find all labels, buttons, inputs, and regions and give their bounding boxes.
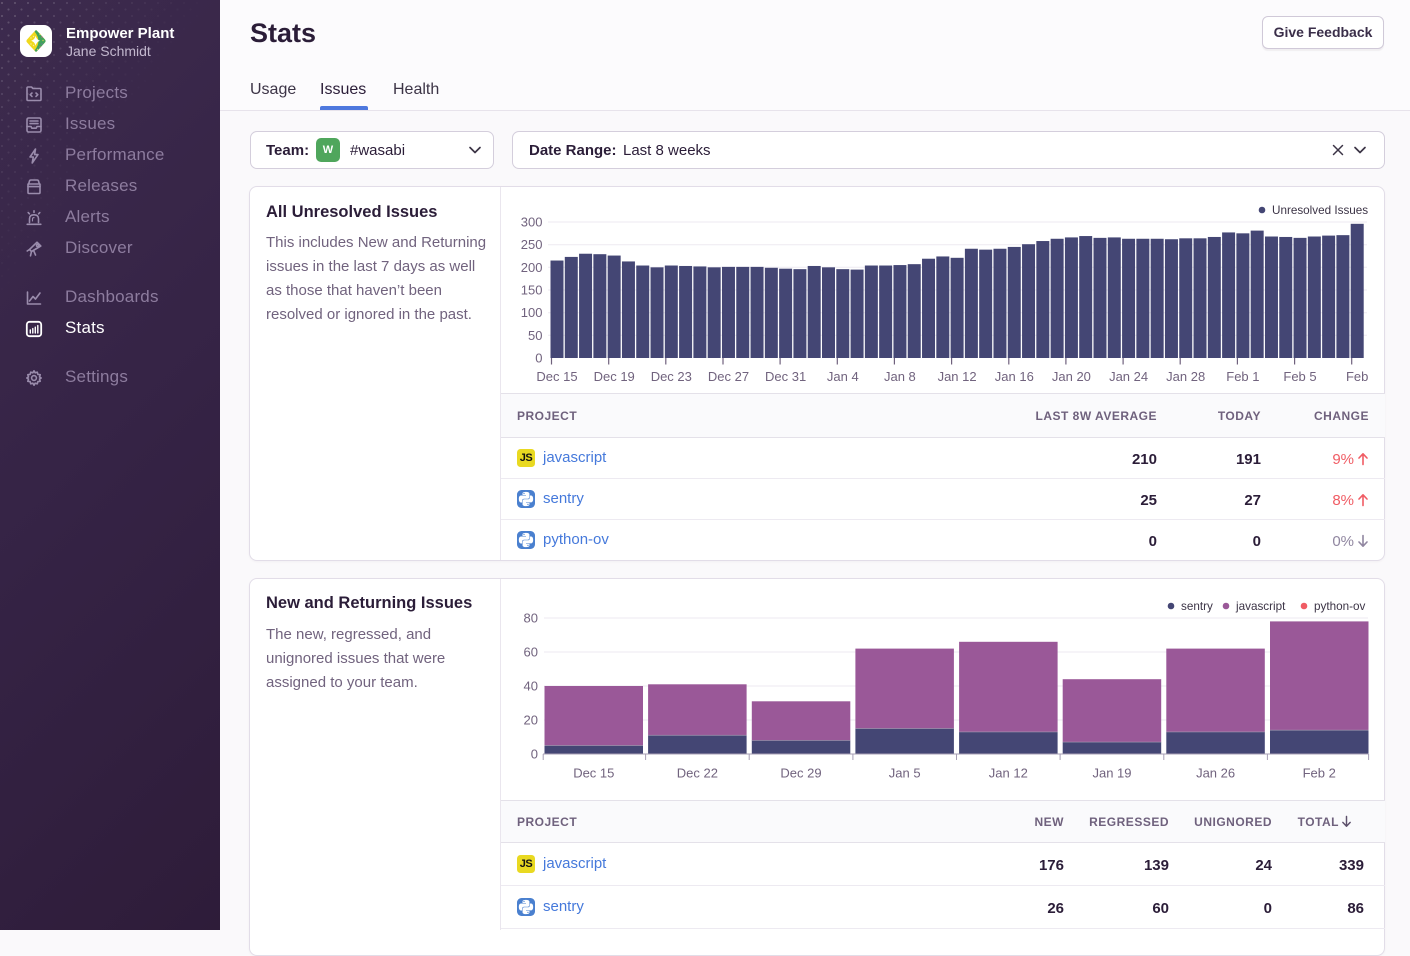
svg-text:Dec 19: Dec 19	[594, 369, 635, 384]
svg-text:Jan 19: Jan 19	[1092, 766, 1131, 781]
svg-text:250: 250	[521, 237, 543, 252]
svg-text:Dec 31: Dec 31	[765, 369, 806, 384]
svg-text:0: 0	[531, 747, 538, 762]
svg-text:Jan 24: Jan 24	[1109, 369, 1148, 384]
svg-text:200: 200	[521, 260, 543, 275]
svg-text:Jan 12: Jan 12	[938, 369, 977, 384]
svg-text:150: 150	[521, 283, 543, 298]
svg-text:Jan 20: Jan 20	[1052, 369, 1091, 384]
svg-text:80: 80	[524, 611, 538, 626]
svg-text:Feb 2: Feb 2	[1303, 766, 1336, 781]
svg-text:Unresolved Issues: Unresolved Issues	[1272, 204, 1368, 217]
svg-text:Dec 23: Dec 23	[651, 369, 692, 384]
svg-text:Jan 12: Jan 12	[989, 766, 1028, 781]
svg-text:sentry: sentry	[1181, 600, 1213, 613]
svg-text:20: 20	[524, 713, 538, 728]
svg-text:Dec 15: Dec 15	[573, 766, 614, 781]
svg-text:300: 300	[521, 215, 543, 230]
svg-text:Jan 5: Jan 5	[889, 766, 921, 781]
svg-text:Dec 22: Dec 22	[677, 766, 718, 781]
svg-text:Feb: Feb	[1346, 369, 1368, 384]
svg-text:Jan 8: Jan 8	[884, 369, 916, 384]
svg-text:Jan 16: Jan 16	[995, 369, 1034, 384]
svg-text:Dec 29: Dec 29	[780, 766, 821, 781]
svg-text:40: 40	[524, 679, 538, 694]
svg-text:60: 60	[524, 645, 538, 660]
svg-text:Feb 1: Feb 1	[1226, 369, 1259, 384]
svg-text:50: 50	[528, 328, 542, 343]
svg-text:javascript: javascript	[1235, 600, 1286, 613]
svg-text:Jan 28: Jan 28	[1166, 369, 1205, 384]
svg-text:0: 0	[535, 351, 542, 366]
svg-text:python-ov: python-ov	[1314, 600, 1365, 613]
svg-text:Dec 27: Dec 27	[708, 369, 749, 384]
svg-text:Jan 26: Jan 26	[1196, 766, 1235, 781]
svg-text:Dec 15: Dec 15	[536, 369, 577, 384]
svg-text:Jan 4: Jan 4	[827, 369, 859, 384]
svg-text:100: 100	[521, 305, 543, 320]
svg-text:Feb 5: Feb 5	[1283, 369, 1316, 384]
